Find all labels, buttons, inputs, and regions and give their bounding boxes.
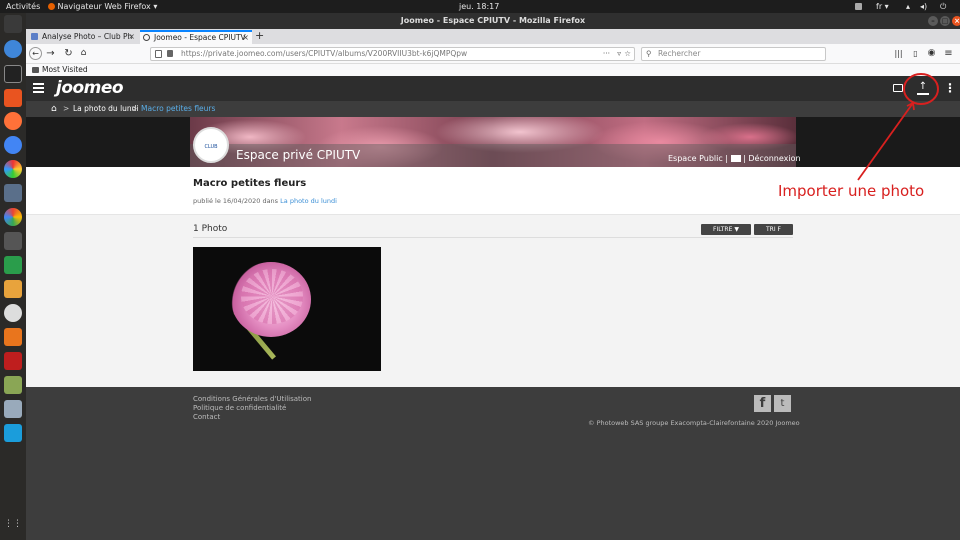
annotation-label: Importer une photo (778, 182, 925, 200)
annotation-overlay (857, 73, 939, 181)
annotation-circle (903, 73, 939, 105)
annotation-arrow-line (857, 102, 914, 181)
